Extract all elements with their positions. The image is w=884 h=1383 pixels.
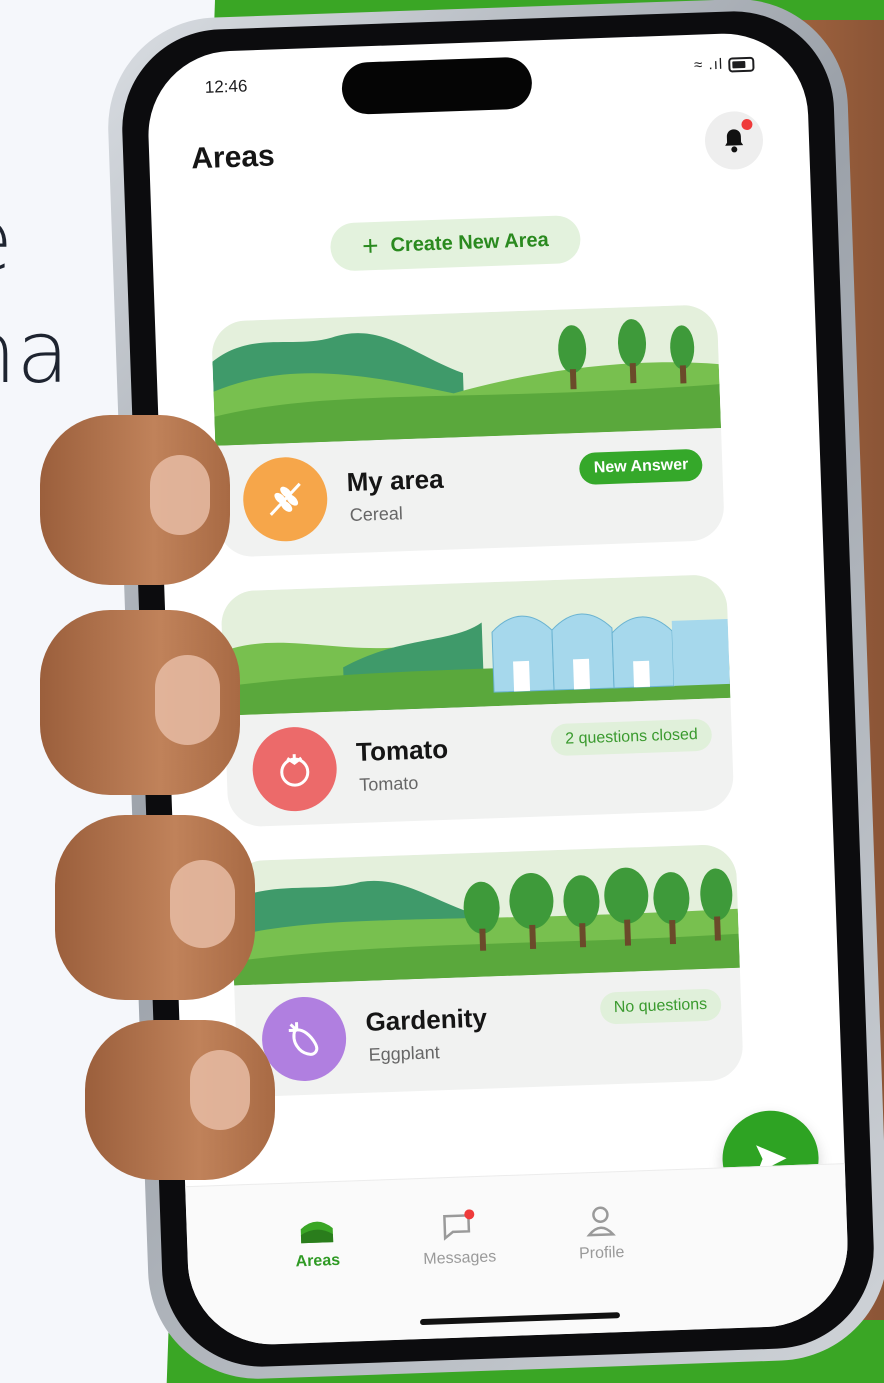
page-title: Areas (190, 139, 276, 176)
orchard-illustration (229, 843, 740, 986)
user-icon (586, 1206, 616, 1237)
eggplant-icon (288, 1022, 319, 1056)
battery-icon (728, 56, 755, 73)
area-card-tomato[interactable]: Tomato Tomato 2 questions closed (220, 573, 735, 828)
area-card-info: My area Cereal New Answer (215, 428, 725, 558)
hills-trees-illustration (211, 304, 722, 446)
area-avatar (251, 725, 339, 813)
area-crop: Cereal (349, 503, 404, 526)
tomato-icon (280, 754, 310, 787)
area-name: Gardenity (365, 1002, 488, 1037)
wifi-icon: ≈ (693, 56, 704, 74)
home-indicator (419, 1312, 621, 1326)
hand-finger (40, 610, 240, 795)
wheat-icon (269, 482, 301, 516)
tab-messages[interactable]: Messages (398, 1208, 520, 1270)
area-card-info: Tomato Tomato 2 questions closed (225, 698, 735, 828)
notification-dot (741, 118, 753, 131)
bottom-tab-bar: Areas Messages Profile (185, 1163, 851, 1348)
status-badge: 2 questions closed (550, 718, 713, 757)
hand-finger (85, 1020, 275, 1180)
greenhouse-illustration (220, 573, 731, 716)
notifications-button[interactable] (704, 110, 764, 171)
dynamic-island (341, 56, 533, 116)
status-badge: No questions (599, 988, 722, 1025)
area-avatar (241, 455, 329, 543)
tab-profile-label: Profile (578, 1243, 625, 1263)
hand-finger (40, 415, 230, 585)
background-headline-line-2: na (0, 303, 70, 403)
background-headline-line-1: e (0, 198, 13, 284)
status-icons: ≈ .ıl (694, 55, 755, 74)
area-card-gardenity[interactable]: Gardenity Eggplant No questions (229, 843, 744, 1098)
tab-messages-label: Messages (423, 1248, 497, 1268)
plus-icon: + (361, 229, 380, 262)
area-name: My area (346, 463, 444, 498)
areas-hills-icon (300, 1221, 334, 1244)
area-crop: Eggplant (368, 1042, 441, 1065)
status-time: 12:46 (204, 76, 248, 97)
create-new-area-label: Create New Area (390, 228, 550, 256)
tab-areas-label: Areas (295, 1251, 341, 1271)
area-crop: Tomato (358, 772, 419, 795)
tab-areas[interactable]: Areas (256, 1213, 378, 1273)
area-name: Tomato (355, 733, 449, 767)
hand-finger (55, 815, 255, 1000)
area-card-info: Gardenity Eggplant No questions (234, 968, 744, 1098)
status-badge: New Answer (579, 448, 703, 486)
signal-icon: .ıl (708, 55, 724, 74)
area-avatar (260, 995, 348, 1083)
chat-bubble-icon (443, 1209, 475, 1241)
tab-profile[interactable]: Profile (540, 1203, 662, 1265)
bell-icon (725, 129, 744, 153)
create-new-area-button[interactable]: + Create New Area (329, 214, 582, 272)
area-card-my-area[interactable]: My area Cereal New Answer (211, 304, 725, 558)
